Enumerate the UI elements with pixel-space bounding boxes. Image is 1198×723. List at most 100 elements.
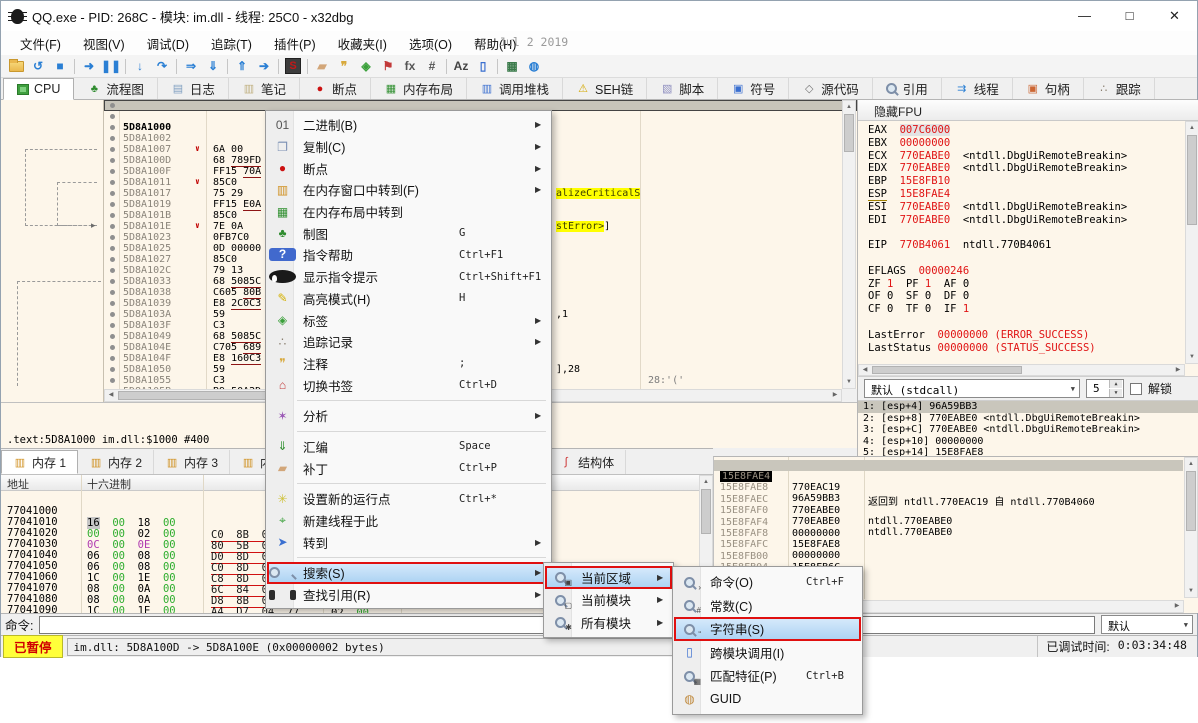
- breakpoint-dot-icon[interactable]: [110, 246, 115, 251]
- menubar-item[interactable]: 收藏夹(I): [327, 31, 398, 56]
- register-line[interactable]: EBP 15E8FB10: [868, 175, 1185, 188]
- register-line[interactable]: LastStatus 00000000 (STATUS_SUCCESS): [868, 342, 1185, 355]
- breakpoint-dot-icon[interactable]: [110, 268, 115, 273]
- register-line[interactable]: LastError 00000000 (ERROR_SUCCESS): [868, 329, 1185, 342]
- context-menu-item[interactable]: ▶: [267, 427, 550, 436]
- stack-vscrollbar[interactable]: ▲ ▼: [1184, 457, 1198, 598]
- calling-convention-select[interactable]: 默认 (stdcall) ▼: [864, 379, 1080, 398]
- register-line[interactable]: EIP 770B4061 ntdll.770B4061: [868, 239, 1185, 252]
- context-menu-item[interactable]: ∴ 追踪记录 ▶: [267, 331, 550, 353]
- context-menu-item[interactable]: ▦ 在内存布局中转到 ▶: [267, 201, 550, 223]
- register-line[interactable]: [868, 354, 1185, 364]
- context-menu-item[interactable]: 01 二进制(B) ▶: [267, 114, 550, 136]
- view-tab[interactable]: ▥ 调用堆栈: [467, 78, 563, 99]
- context-menu-item[interactable]: 查找引用(R) ▶: [267, 584, 550, 606]
- toolbar-icon[interactable]: ▰: [311, 56, 333, 76]
- menubar-item[interactable]: 选项(O): [398, 31, 463, 56]
- breakpoint-dot-icon[interactable]: [110, 378, 115, 383]
- minimize-button[interactable]: —: [1062, 1, 1107, 31]
- context-menu-item[interactable]: ✳ 设置新的运行点 Ctrl+* ▶: [267, 488, 550, 510]
- toolbar-icon[interactable]: ◈: [355, 56, 377, 76]
- context-menu-item[interactable]: ❐ 复制(C) ▶: [267, 136, 550, 158]
- breakpoint-dot-icon[interactable]: [110, 312, 115, 317]
- argument-count-stepper[interactable]: 5 ▲ ▼: [1086, 379, 1124, 398]
- unlock-checkbox[interactable]: [1130, 383, 1142, 395]
- breakpoint-dot-icon[interactable]: [110, 301, 115, 306]
- view-tab[interactable]: ▧ 脚本: [647, 78, 718, 99]
- stack-argument-row[interactable]: 2: [esp+8] 770EABE0 <ntdll.DbgUiRemoteBr…: [858, 413, 1198, 425]
- scroll-thumb[interactable]: [844, 114, 854, 152]
- context-menu-item[interactable]: 搜索(S) ▶: [267, 562, 550, 584]
- stack-row[interactable]: 15E8FAE8 96A59BB3: [714, 471, 1183, 482]
- context-menu-item[interactable]: ❞ 注释 ; ▶: [267, 353, 550, 375]
- toolbar-icon[interactable]: ◍: [523, 56, 545, 76]
- view-tab[interactable]: ∴ 跟踪: [1084, 78, 1155, 99]
- breakpoint-dot-icon[interactable]: [110, 125, 115, 130]
- context-menu-item[interactable]: ● 断点 ▶: [267, 157, 550, 179]
- breakpoint-dot-icon[interactable]: [110, 279, 115, 284]
- toolbar-icon[interactable]: S: [282, 56, 304, 76]
- toolbar-icon[interactable]: [5, 56, 27, 76]
- register-line[interactable]: CF 0 TF 0 IF 1: [868, 303, 1185, 316]
- register-line[interactable]: ECX 770EABE0 <ntdll.DbgUiRemoteBreakin>: [868, 150, 1185, 163]
- register-line[interactable]: [868, 226, 1185, 239]
- view-tab[interactable]: ♣ 流程图: [74, 78, 158, 99]
- toolbar-icon[interactable]: [304, 56, 311, 76]
- spin-down-icon[interactable]: ▼: [1109, 389, 1122, 397]
- toolbar-icon[interactable]: ▦: [501, 56, 523, 76]
- register-line[interactable]: ESP 15E8FAE4: [868, 188, 1185, 201]
- stack-row[interactable]: 15E8FB04 770B9F80 ntdll.770B9F80: [714, 551, 1183, 562]
- context-menu-item[interactable]: ? 指令帮助 Ctrl+F1 ▶: [267, 244, 550, 266]
- toolbar-icon[interactable]: ⇒: [180, 56, 202, 76]
- disassembly-vscrollbar[interactable]: ▲ ▼: [842, 100, 856, 389]
- breakpoint-dot-icon[interactable]: [110, 257, 115, 262]
- stack-row[interactable]: 15E8FAF4 00000000: [714, 506, 1183, 517]
- scroll-thumb[interactable]: [1186, 471, 1196, 531]
- context-menu-item[interactable]: ♣ 制图 G ▶: [267, 222, 550, 244]
- menubar-item[interactable]: 追踪(T): [200, 31, 263, 56]
- breakpoint-dot-icon[interactable]: [110, 356, 115, 361]
- toolbar-icon[interactable]: ↺: [27, 56, 49, 76]
- toolbar-icon[interactable]: [71, 56, 78, 76]
- toolbar-icon[interactable]: ➜: [78, 56, 100, 76]
- toolbar-icon[interactable]: ❞: [333, 56, 355, 76]
- breakpoint-dot-icon[interactable]: [110, 114, 115, 119]
- breakpoint-dot-icon[interactable]: [110, 169, 115, 174]
- register-line[interactable]: EDI 770EABE0 <ntdll.DbgUiRemoteBreakin>: [868, 214, 1185, 227]
- register-line[interactable]: EFLAGS 00000246: [868, 265, 1185, 278]
- scroll-thumb[interactable]: [872, 366, 1022, 374]
- menubar-item[interactable]: 文件(F): [9, 31, 72, 56]
- spin-up-icon[interactable]: ▲: [1109, 380, 1122, 388]
- breakpoint-dot-icon[interactable]: [110, 180, 115, 185]
- toolbar-icon[interactable]: [275, 56, 282, 76]
- breakpoint-dot-icon[interactable]: [110, 158, 115, 163]
- context-menu-item[interactable]: ▶: [267, 396, 550, 405]
- context-menu-item[interactable]: ▰ 补丁 Ctrl+P ▶: [267, 457, 550, 479]
- view-tab[interactable]: ⇉ 线程: [942, 78, 1013, 99]
- context-menu-item[interactable]: ▶: [267, 479, 550, 488]
- dump-tab[interactable]: ▥ 内存 2: [78, 450, 154, 474]
- submenu-item[interactable]: › 命令(O) Ctrl+F: [674, 570, 861, 594]
- close-button[interactable]: ✕: [1152, 1, 1197, 31]
- toolbar-icon[interactable]: [494, 56, 501, 76]
- toolbar-icon[interactable]: [224, 56, 231, 76]
- breakpoint-dot-icon[interactable]: [110, 323, 115, 328]
- toolbar-icon[interactable]: ■: [49, 56, 71, 76]
- toolbar-icon[interactable]: #: [421, 56, 443, 76]
- context-menu-item[interactable]: ➤ 转到 ▶: [267, 531, 550, 553]
- dump-tab[interactable]: ▥ 内存 3: [154, 450, 230, 474]
- breakpoint-dot-icon[interactable]: [110, 191, 115, 196]
- breakpoint-dot-icon[interactable]: [110, 290, 115, 295]
- register-line[interactable]: ESI 770EABE0 <ntdll.DbgUiRemoteBreakin>: [868, 201, 1185, 214]
- view-tab[interactable]: ▦ 内存布局: [371, 78, 467, 99]
- register-line[interactable]: [868, 252, 1185, 265]
- view-tab[interactable]: ▣ 句柄: [1013, 78, 1084, 99]
- dump-tab[interactable]: ∫ 结构体: [548, 450, 626, 474]
- context-menu-item[interactable]: ◈ 标签 ▶: [267, 309, 550, 331]
- breakpoint-dot-icon[interactable]: [110, 202, 115, 207]
- submenu-item[interactable]: ✱ 所有模块 ▶: [545, 611, 672, 634]
- submenu-item[interactable]: ▯ 跨模块调用(I): [674, 641, 861, 665]
- stack-row[interactable]: 15E8FB00 15E8FB6C 指向SEH_Record[1]的指针: [714, 540, 1183, 551]
- hide-fpu-button[interactable]: 隐藏FPU: [858, 100, 1198, 121]
- toolbar-icon[interactable]: [122, 56, 129, 76]
